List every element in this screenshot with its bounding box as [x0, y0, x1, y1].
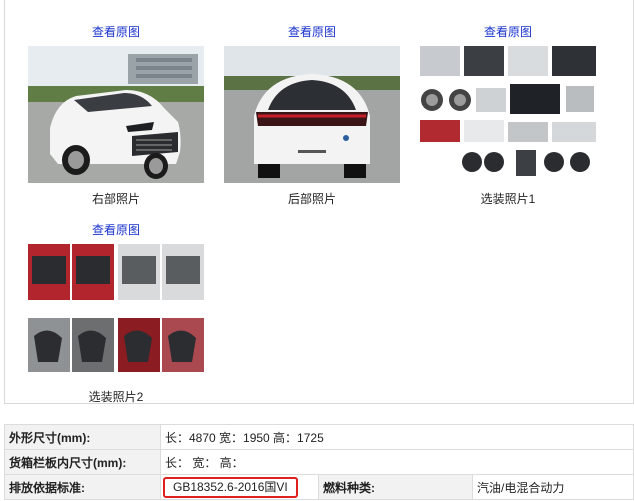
fuel-type-value: 汽油/电混合动力 — [472, 474, 634, 500]
optional-parts-collage-2 — [28, 244, 204, 381]
photo-caption-right: 右部照片 — [91, 192, 140, 206]
spec-row-dimensions: 外形尺寸(mm): 长：4870 宽：1950 高：1725 — [4, 424, 634, 450]
optional-1-photo-thumbnail[interactable] — [420, 46, 596, 183]
view-original-link-optional-2[interactable]: 查看原图 — [28, 222, 204, 238]
view-original-link-rear[interactable]: 查看原图 — [224, 24, 400, 40]
photo-caption-rear: 后部照片 — [287, 192, 336, 206]
photo-caption-optional-1: 选装照片1 — [480, 192, 536, 206]
photo-gallery: 查看原图 右部照片 查看原图 后部照片 查看原图 选装照片1 查看原图 选装照片… — [4, 0, 634, 404]
cargo-dimensions-value: 长： 宽： 高： — [160, 449, 634, 475]
photo-cell-optional-1: 查看原图 选装照片1 — [420, 24, 596, 207]
spec-row-cargo: 货箱栏板内尺寸(mm): 长： 宽： 高： — [4, 449, 634, 475]
emission-standard-value: GB18352.6-2016国VI — [163, 476, 298, 498]
rear-photo-thumbnail[interactable] — [224, 46, 400, 183]
dimensions-label: 外形尺寸(mm): — [4, 424, 161, 450]
optional-2-photo-thumbnail[interactable] — [28, 244, 204, 381]
dimensions-value: 长：4870 宽：1950 高：1725 — [160, 424, 634, 450]
vehicle-specs-table: 外形尺寸(mm): 长：4870 宽：1950 高：1725 货箱栏板内尺寸(m… — [4, 424, 634, 500]
emission-standard-label: 排放依据标准: — [4, 474, 161, 500]
photo-cell-right: 查看原图 右部照片 — [28, 24, 204, 207]
emission-standard-cell: GB18352.6-2016国VI — [160, 474, 319, 500]
car-right-image — [28, 46, 204, 183]
car-rear-image — [224, 46, 400, 183]
view-original-link-optional-1[interactable]: 查看原图 — [420, 24, 596, 40]
optional-parts-collage-1 — [420, 46, 596, 183]
photo-caption-optional-2: 选装照片2 — [88, 390, 144, 404]
right-photo-thumbnail[interactable] — [28, 46, 204, 183]
fuel-type-label: 燃料种类: — [318, 474, 473, 500]
cargo-dimensions-label: 货箱栏板内尺寸(mm): — [4, 449, 161, 475]
photo-cell-rear: 查看原图 后部照片 — [224, 24, 400, 207]
spec-row-emission-fuel: 排放依据标准: GB18352.6-2016国VI 燃料种类: 汽油/电混合动力 — [4, 474, 634, 500]
photo-cell-optional-2: 查看原图 选装照片2 — [28, 222, 204, 405]
view-original-link-right[interactable]: 查看原图 — [28, 24, 204, 40]
